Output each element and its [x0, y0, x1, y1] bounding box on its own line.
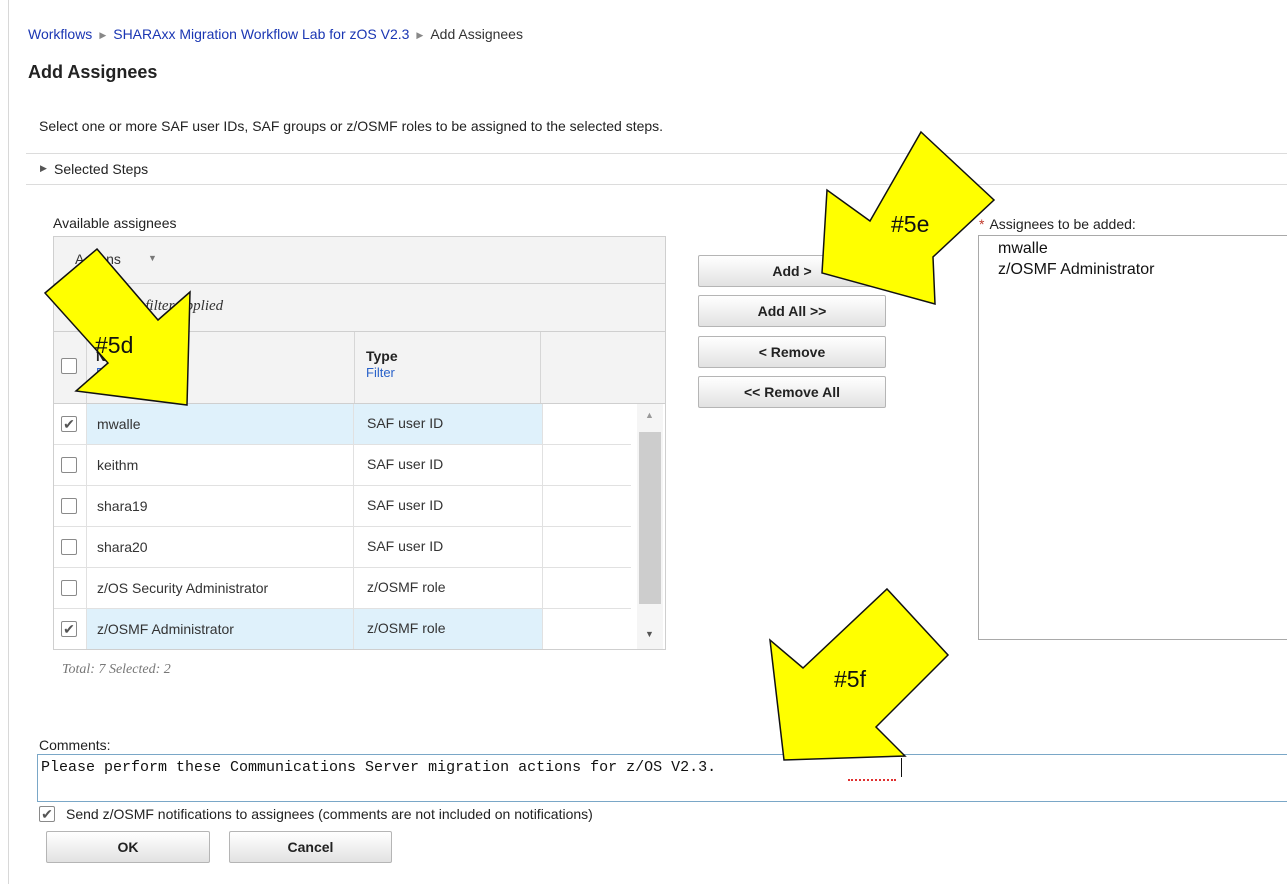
assignee-type: z/OSMF role — [367, 620, 446, 636]
chevron-down-icon[interactable]: ▼ — [148, 253, 157, 263]
add-all-button[interactable]: Add All >> — [698, 295, 886, 327]
assignee-type: SAF user ID — [367, 538, 444, 554]
grid-filter-bar: No filter applied — [54, 284, 665, 332]
notify-checkbox[interactable]: ✔ — [39, 806, 55, 823]
annotation-label-5e: #5e — [891, 211, 930, 237]
select-all-checkbox[interactable] — [61, 358, 77, 374]
table-row[interactable]: ✔ z/OSMF Administrator z/OSMF role — [54, 609, 631, 649]
filter-status: No filter applied — [124, 298, 224, 314]
table-row[interactable]: keithm SAF user ID — [54, 445, 631, 486]
required-marker: * — [979, 216, 985, 232]
assignee-type: SAF user ID — [367, 497, 444, 513]
comments-text: Please perform these Communications Serv… — [41, 759, 717, 776]
assignee-name: z/OS Security Administrator — [97, 580, 269, 596]
type-filter-link[interactable]: Filter — [366, 365, 395, 380]
row-checkbox[interactable]: ✔ — [61, 416, 77, 432]
assignees-to-add-listbox[interactable]: mwalle z/OSMF Administrator — [978, 235, 1287, 640]
assignee-name: shara19 — [97, 498, 148, 514]
cancel-button[interactable]: Cancel — [229, 831, 392, 863]
breadcrumb-workflows-link[interactable]: Workflows — [28, 26, 92, 42]
assignee-name: shara20 — [97, 539, 148, 555]
column-header-type: Type — [366, 348, 398, 364]
notify-row: ✔ Send z/OSMF notifications to assignees … — [39, 806, 593, 823]
assignee-type: z/OSMF role — [367, 579, 446, 595]
row-checkbox[interactable] — [61, 580, 77, 596]
scroll-down-icon[interactable]: ▼ — [645, 629, 654, 639]
breadcrumb-separator-icon: ▶ — [416, 30, 424, 40]
selected-steps-label: Selected Steps — [54, 161, 149, 177]
grid-actions-bar: Actions ▼ — [54, 237, 665, 284]
list-item[interactable]: mwalle — [998, 240, 1048, 258]
grid-scrollbar[interactable]: ▲ ▼ — [637, 404, 663, 649]
left-border — [8, 0, 9, 884]
row-checkbox[interactable]: ✔ — [61, 621, 77, 637]
page-description: Select one or more SAF user IDs, SAF gro… — [39, 118, 664, 134]
name-filter-link[interactable]: Filter — [96, 365, 125, 380]
text-cursor — [901, 758, 902, 777]
available-assignees-label: Available assignees — [53, 215, 177, 231]
assignee-name: keithm — [97, 457, 139, 473]
notify-label: Send z/OSMF notifications to assignees (… — [66, 806, 593, 822]
assignees-to-add-label: * Assignees to be added: — [979, 216, 1136, 232]
table-row[interactable]: ✔ mwalle SAF user ID — [54, 404, 631, 445]
assignee-type: SAF user ID — [367, 415, 444, 431]
selected-steps-section[interactable]: ▶ Selected Steps — [26, 153, 1287, 185]
expand-triangle-icon: ▶ — [40, 163, 47, 173]
grid-header: Name Filter Type Filter — [54, 332, 665, 404]
actions-menu[interactable]: Actions — [75, 251, 121, 267]
add-button[interactable]: Add > — [698, 255, 886, 287]
spellcheck-underline — [848, 777, 896, 781]
list-item[interactable]: z/OSMF Administrator — [998, 261, 1154, 279]
grid-rows: ✔ mwalle SAF user ID keithm SAF user ID … — [54, 404, 665, 649]
scrollbar-thumb[interactable] — [639, 432, 661, 604]
page-title: Add Assignees — [28, 62, 158, 82]
row-checkbox[interactable] — [61, 457, 77, 473]
row-checkbox[interactable] — [61, 498, 77, 514]
assignee-name: mwalle — [97, 416, 141, 432]
total-selected-count: Total: 7 Selected: 2 — [62, 662, 171, 677]
annotation-label-5d: #5d — [95, 332, 134, 358]
row-checkbox[interactable] — [61, 539, 77, 555]
remove-button[interactable]: < Remove — [698, 336, 886, 368]
assignee-name: z/OSMF Administrator — [97, 621, 234, 637]
annotation-label-5f: #5f — [834, 666, 866, 692]
table-row[interactable]: shara20 SAF user ID — [54, 527, 631, 568]
table-row[interactable]: shara19 SAF user ID — [54, 486, 631, 527]
comments-label: Comments: — [39, 737, 111, 753]
breadcrumb-workflow-link[interactable]: SHARAxx Migration Workflow Lab for zOS V… — [113, 26, 409, 42]
table-row[interactable]: z/OS Security Administrator z/OSMF role — [54, 568, 631, 609]
scroll-up-icon[interactable]: ▲ — [645, 410, 654, 420]
remove-all-button[interactable]: << Remove All — [698, 376, 886, 408]
breadcrumb-separator-icon: ▶ — [99, 30, 107, 40]
assignee-type: SAF user ID — [367, 456, 444, 472]
ok-button[interactable]: OK — [46, 831, 210, 863]
available-assignees-grid: Actions ▼ No filter applied Name Filter … — [53, 236, 666, 650]
comments-field[interactable]: Please perform these Communications Serv… — [37, 754, 1287, 802]
breadcrumb-current: Add Assignees — [430, 26, 523, 42]
breadcrumb: Workflows ▶ SHARAxx Migration Workflow Lab… — [28, 26, 523, 42]
